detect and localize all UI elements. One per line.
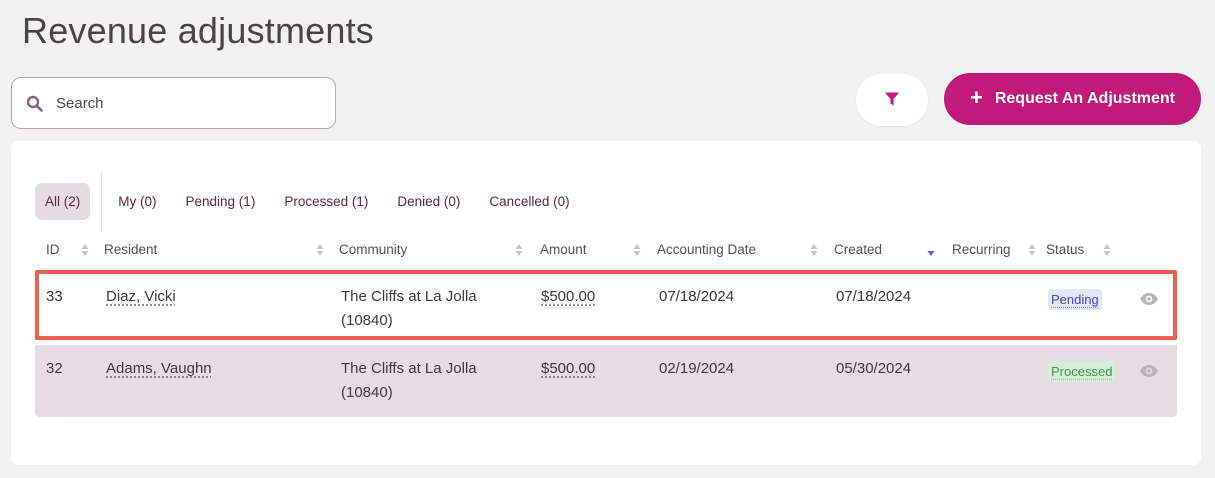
column-header-status[interactable]: Status xyxy=(1046,242,1084,257)
amount-link[interactable]: $500.00 xyxy=(541,357,595,381)
search-box[interactable] xyxy=(11,77,336,129)
column-header-accounting-date[interactable]: Accounting Date xyxy=(657,242,756,257)
tabs-divider xyxy=(101,172,102,231)
tab-all[interactable]: All (2) xyxy=(35,183,91,220)
request-adjustment-button[interactable]: + Request An Adjustment xyxy=(944,73,1201,125)
sort-icon-accounting-date[interactable] xyxy=(810,243,818,257)
amount-link[interactable]: $500.00 xyxy=(541,285,595,309)
tab-my[interactable]: My (0) xyxy=(108,183,166,220)
column-header-created[interactable]: Created xyxy=(834,242,882,257)
search-input[interactable] xyxy=(56,94,316,112)
sort-icon-recurring[interactable] xyxy=(1028,243,1036,257)
cell-community-name: The Cliffs at La Jolla xyxy=(341,360,477,377)
cell-created: 07/18/2024 xyxy=(836,288,912,305)
status-badge: Pending xyxy=(1048,289,1102,310)
resident-link[interactable]: Diaz, Vicki xyxy=(106,285,176,309)
request-adjustment-label: Request An Adjustment xyxy=(994,90,1175,107)
tab-cancelled[interactable]: Cancelled (0) xyxy=(479,183,579,220)
column-header-amount[interactable]: Amount xyxy=(540,242,587,257)
sort-icon-amount[interactable] xyxy=(633,243,641,257)
cell-community-name: The Cliffs at La Jolla xyxy=(341,288,477,305)
column-header-id[interactable]: ID xyxy=(46,242,60,257)
page-title: Revenue adjustments xyxy=(22,10,375,51)
cell-community-id: (10840) xyxy=(341,312,393,329)
search-icon xyxy=(26,95,46,112)
cell-id: 33 xyxy=(46,288,63,305)
cell-id: 32 xyxy=(46,360,63,377)
cell-accounting-date: 07/18/2024 xyxy=(659,288,735,305)
column-header-resident[interactable]: Resident xyxy=(104,242,157,257)
sort-icon-id[interactable] xyxy=(81,243,89,257)
tab-processed[interactable]: Processed (1) xyxy=(274,183,378,220)
column-header-community[interactable]: Community xyxy=(339,242,407,257)
tab-pending[interactable]: Pending (1) xyxy=(176,183,266,220)
resident-link[interactable]: Adams, Vaughn xyxy=(106,357,212,381)
adjustments-card: All (2) My (0) Pending (1) Processed (1)… xyxy=(11,141,1201,465)
plus-icon: + xyxy=(969,85,983,110)
cell-accounting-date: 02/19/2024 xyxy=(659,360,735,377)
cell-community-id: (10840) xyxy=(341,384,393,401)
filter-button[interactable] xyxy=(856,74,928,126)
column-header-recurring[interactable]: Recurring xyxy=(952,242,1011,257)
eye-icon[interactable] xyxy=(1139,292,1159,306)
filter-icon xyxy=(884,91,900,110)
cell-created: 05/30/2024 xyxy=(836,360,912,377)
tab-denied[interactable]: Denied (0) xyxy=(387,183,470,220)
sort-icon-resident[interactable] xyxy=(316,243,324,257)
sort-desc-icon-created[interactable] xyxy=(927,243,935,257)
status-badge: Processed xyxy=(1048,361,1116,382)
status-tabs: All (2) My (0) Pending (1) Processed (1)… xyxy=(35,183,580,220)
eye-icon[interactable] xyxy=(1139,364,1159,378)
sort-icon-community[interactable] xyxy=(515,243,523,257)
table-row[interactable]: 32 Adams, Vaughn The Cliffs at La Jolla … xyxy=(35,345,1177,417)
sort-icon-status[interactable] xyxy=(1103,243,1111,257)
table-row[interactable]: 33 Diaz, Vicki The Cliffs at La Jolla (1… xyxy=(35,273,1177,345)
